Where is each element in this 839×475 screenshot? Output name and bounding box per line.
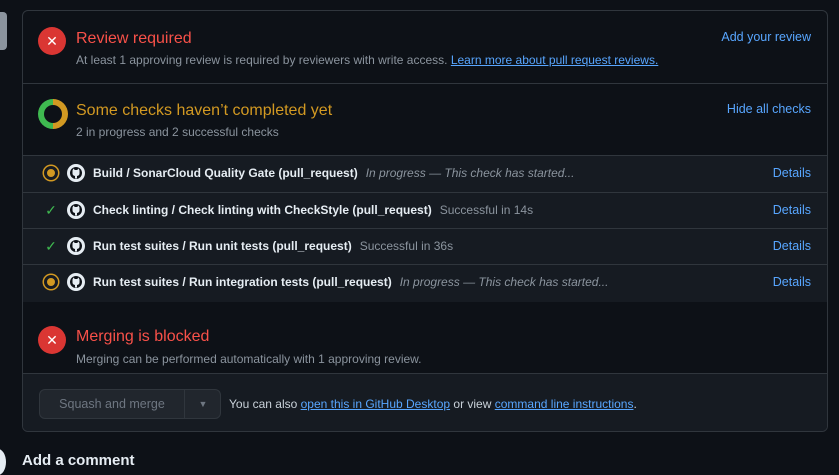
command-line-instructions-link[interactable]: command line instructions xyxy=(495,397,634,411)
checks-progress-donut-icon xyxy=(38,99,68,129)
avatar xyxy=(0,449,6,475)
open-in-desktop-link[interactable]: open this in GitHub Desktop xyxy=(301,397,450,411)
github-logo-icon xyxy=(67,201,85,219)
check-details-link[interactable]: Details xyxy=(773,275,811,289)
review-required-title: Review required xyxy=(76,30,192,47)
check-row: ✓ Run test suites / Run unit tests (pull… xyxy=(23,228,827,264)
github-logo-icon xyxy=(67,273,85,291)
squash-merge-button-group: Squash and merge ▼ xyxy=(39,389,221,419)
check-details-link[interactable]: Details xyxy=(773,166,811,180)
add-comment-heading: Add a comment xyxy=(22,452,135,469)
merging-blocked-section: ✕ Merging is blocked Merging can be perf… xyxy=(23,302,827,374)
review-description-text: At least 1 approving review is required … xyxy=(76,53,448,67)
checks-header-section: Some checks haven’t completed yet 2 in p… xyxy=(23,84,827,156)
github-logo-icon xyxy=(67,237,85,255)
checks-title: Some checks haven’t completed yet xyxy=(76,102,333,119)
check-description: Successful in 14s xyxy=(439,203,534,217)
chevron-down-icon: ▼ xyxy=(198,399,208,409)
learn-more-link[interactable]: Learn more about pull request reviews. xyxy=(451,53,658,67)
hide-all-checks-link[interactable]: Hide all checks xyxy=(727,102,811,116)
checks-list: Build / SonarCloud Quality Gate (pull_re… xyxy=(23,156,827,302)
check-row: Build / SonarCloud Quality Gate (pull_re… xyxy=(23,156,827,192)
x-circle-icon: ✕ xyxy=(38,326,66,354)
alternative-merge-text: You can also open this in GitHub Desktop… xyxy=(229,397,637,411)
check-details-link[interactable]: Details xyxy=(773,239,811,253)
merging-blocked-title: Merging is blocked xyxy=(76,328,210,345)
check-row: Run test suites / Run integration tests … xyxy=(23,264,827,300)
check-mark-icon: ✓ xyxy=(45,202,57,218)
squash-and-merge-button[interactable]: Squash and merge xyxy=(40,390,184,418)
check-name: Build / SonarCloud Quality Gate (pull_re… xyxy=(93,166,575,180)
github-logo-icon xyxy=(67,164,85,182)
in-progress-dot-icon xyxy=(44,166,58,180)
merge-method-dropdown[interactable]: ▼ xyxy=(185,390,221,418)
check-details-link[interactable]: Details xyxy=(773,203,811,217)
review-required-section: ✕ Review required At least 1 approving r… xyxy=(23,11,827,84)
check-name: Run test suites / Run unit tests (pull_r… xyxy=(93,239,454,253)
check-description: In progress — This check has started... xyxy=(399,275,609,289)
check-name: Check linting / Check linting with Check… xyxy=(93,203,534,217)
check-name: Run test suites / Run integration tests … xyxy=(93,275,609,289)
merging-blocked-description: Merging can be performed automatically w… xyxy=(76,352,422,366)
x-circle-icon: ✕ xyxy=(38,27,66,55)
merge-box: ✕ Review required At least 1 approving r… xyxy=(22,10,828,432)
merge-actions-section: Squash and merge ▼ You can also open thi… xyxy=(23,374,827,431)
review-required-description: At least 1 approving review is required … xyxy=(76,53,658,67)
add-review-link[interactable]: Add your review xyxy=(721,30,811,44)
checks-summary: 2 in progress and 2 successful checks xyxy=(76,125,279,139)
in-progress-dot-icon xyxy=(44,275,58,289)
check-mark-icon: ✓ xyxy=(45,238,57,254)
check-description: Successful in 36s xyxy=(359,239,454,253)
check-description: In progress — This check has started... xyxy=(365,166,575,180)
check-row: ✓ Check linting / Check linting with Che… xyxy=(23,192,827,228)
timeline-marker xyxy=(0,12,7,50)
